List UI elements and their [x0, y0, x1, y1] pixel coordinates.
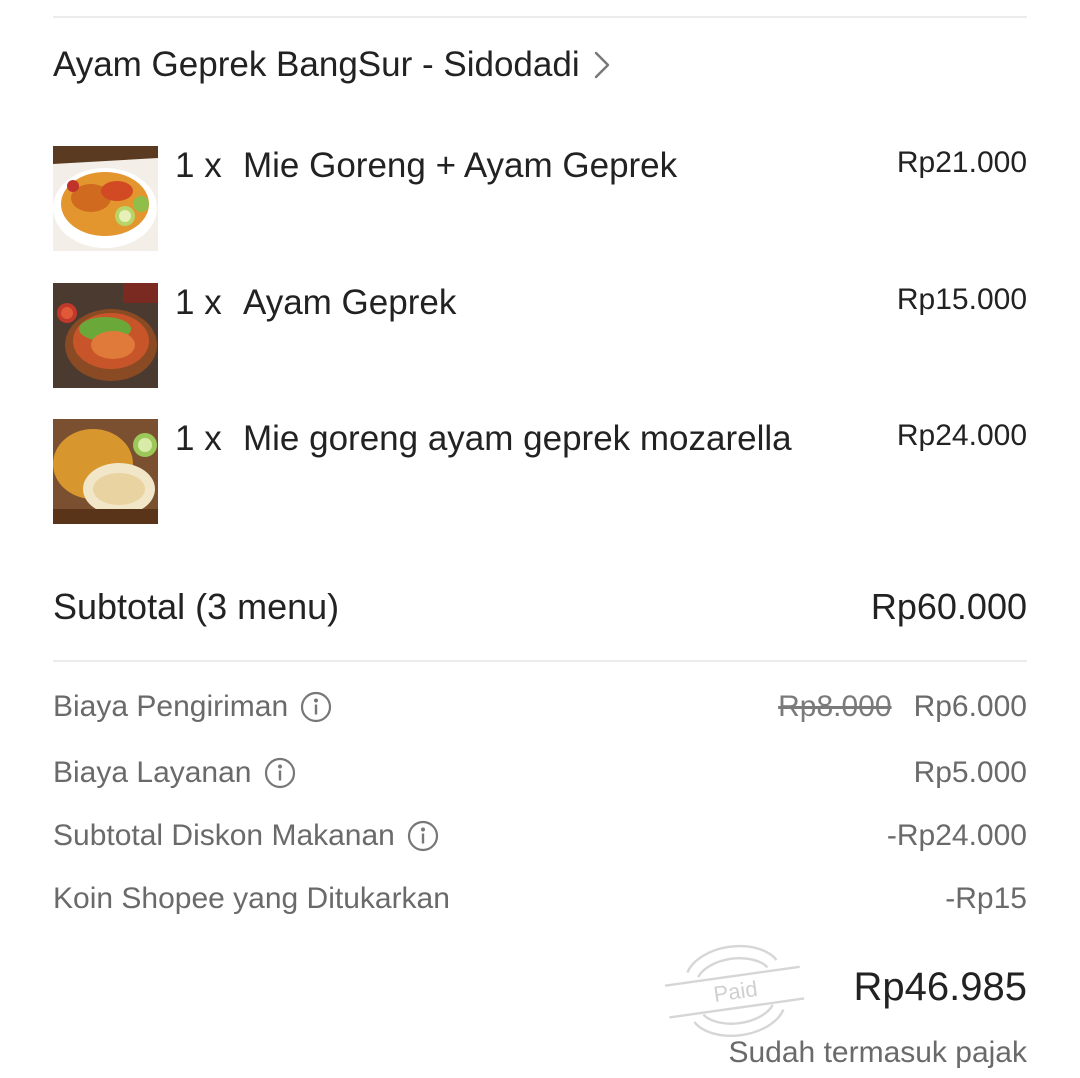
fee-value: Rp5.000	[913, 756, 1027, 789]
fee-value: Rp6.000	[913, 690, 1027, 723]
fee-label-wrap: Biaya Pengiriman	[53, 690, 332, 724]
fee-label: Koin Shopee yang Ditukarkan	[53, 882, 450, 915]
item-name: Mie Goreng + Ayam Geprek	[243, 146, 678, 185]
fee-label-wrap: Subtotal Diskon Makanan	[53, 819, 439, 853]
item-name: Ayam Geprek	[243, 283, 457, 322]
item-price: Rp15.000	[896, 283, 1027, 316]
fee-value: -Rp15	[945, 882, 1027, 915]
food-image-mie-goreng-ayam-geprek	[53, 146, 158, 251]
stamp-text: Paid	[712, 976, 759, 1007]
food-image-mie-goreng-mozarella	[53, 419, 158, 524]
fee-label: Subtotal Diskon Makanan	[53, 819, 395, 852]
item-quantity: 1 x	[175, 419, 222, 458]
store-name-link[interactable]: Ayam Geprek BangSur - Sidodadi	[53, 45, 614, 85]
item-quantity: 1 x	[175, 146, 222, 185]
total-amount: Rp46.985	[853, 965, 1027, 1009]
order-item: 1 x Mie Goreng + Ayam Geprek Rp21.000	[53, 146, 1027, 251]
info-icon[interactable]	[264, 757, 296, 789]
fee-row-food-discount: Subtotal Diskon Makanan -Rp24.000	[53, 819, 1027, 859]
chevron-right-icon	[594, 51, 609, 79]
subtotal-value: Rp60.000	[870, 586, 1027, 627]
fee-row-coins: Koin Shopee yang Ditukarkan -Rp15	[53, 882, 1027, 922]
subtotal-divider	[53, 660, 1027, 662]
original-fee: Rp8.000	[778, 690, 892, 723]
store-name: Ayam Geprek BangSur - Sidodadi	[53, 45, 580, 84]
fee-label: Biaya Layanan	[53, 756, 252, 789]
subtotal-label: Subtotal (3 menu)	[53, 586, 340, 627]
item-name: Mie goreng ayam geprek mozarella	[243, 419, 792, 458]
food-image-ayam-geprek	[53, 283, 158, 388]
tax-note: Sudah termasuk pajak	[728, 1036, 1027, 1069]
order-item: 1 x Ayam Geprek Rp15.000	[53, 283, 1027, 388]
fee-label: Biaya Pengiriman	[53, 690, 289, 723]
order-item: 1 x Mie goreng ayam geprek mozarella Rp2…	[53, 419, 1027, 524]
paid-stamp-watermark: Paid	[664, 944, 805, 1038]
info-icon[interactable]	[300, 691, 332, 723]
item-price: Rp21.000	[896, 146, 1027, 179]
fee-label-wrap: Biaya Layanan	[53, 756, 296, 790]
fee-value-wrap: Rp8.000 Rp6.000	[778, 690, 1027, 724]
fee-value: -Rp24.000	[886, 819, 1027, 852]
fee-row-delivery: Biaya Pengiriman Rp8.000 Rp6.000	[53, 690, 1027, 730]
item-price: Rp24.000	[896, 419, 1027, 452]
top-divider	[53, 16, 1027, 18]
item-quantity: 1 x	[175, 283, 222, 322]
info-icon[interactable]	[407, 820, 439, 852]
fee-label-wrap: Koin Shopee yang Ditukarkan	[53, 882, 450, 916]
fee-row-service: Biaya Layanan Rp5.000	[53, 756, 1027, 796]
